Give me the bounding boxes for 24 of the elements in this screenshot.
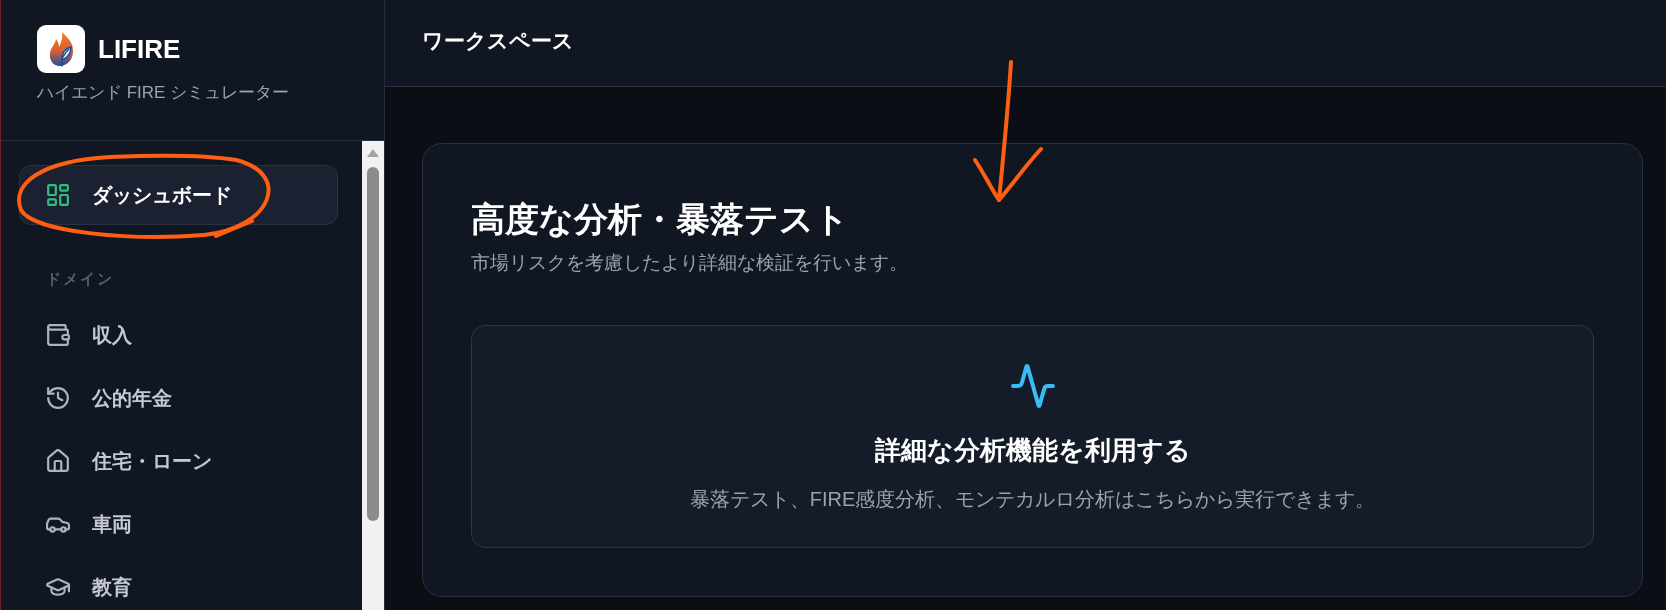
scrollbar-thumb[interactable] <box>367 167 379 521</box>
feature-title: 詳細な分析機能を利用する <box>874 434 1191 467</box>
grid-icon <box>46 183 70 207</box>
section-label: ドメイン <box>45 269 115 289</box>
panel-subtitle: 市場リスクを考慮したより詳細な検証を行います。 <box>471 251 909 275</box>
graduation-cap-icon <box>46 575 70 599</box>
tagline: ハイエンド FIRE シミュレーター <box>37 82 291 104</box>
nav-item[interactable]: 教育 <box>19 557 338 610</box>
nav-item[interactable]: 公的年金 <box>19 368 338 428</box>
scroll-up-arrow-icon <box>367 149 379 157</box>
nav-item[interactable]: 収入 <box>19 305 338 365</box>
feature-description: 暴落テスト、FIRE感度分析、モンテカルロ分析はこちらから実行できます。 <box>689 487 1376 512</box>
panel-title: 高度な分析・暴落テスト <box>471 199 850 240</box>
feature-card[interactable]: 詳細な分析機能を利用する 暴落テスト、FIRE感度分析、モンテカルロ分析はこちらから実行できます。 <box>471 325 1594 548</box>
nav-item[interactable]: 住宅・ローン <box>19 431 338 491</box>
page-title: ワークスペース <box>422 28 574 54</box>
house-icon <box>46 449 70 473</box>
brand-name: LIFIRE <box>98 33 181 65</box>
history-icon <box>46 386 70 410</box>
pulse-icon <box>1010 364 1055 408</box>
flame-leaf-logo-icon <box>37 25 85 73</box>
nav-item[interactable]: ダッシュボード <box>19 165 338 225</box>
wallet-icon <box>46 323 70 347</box>
nav-item[interactable]: 車両 <box>19 494 338 554</box>
